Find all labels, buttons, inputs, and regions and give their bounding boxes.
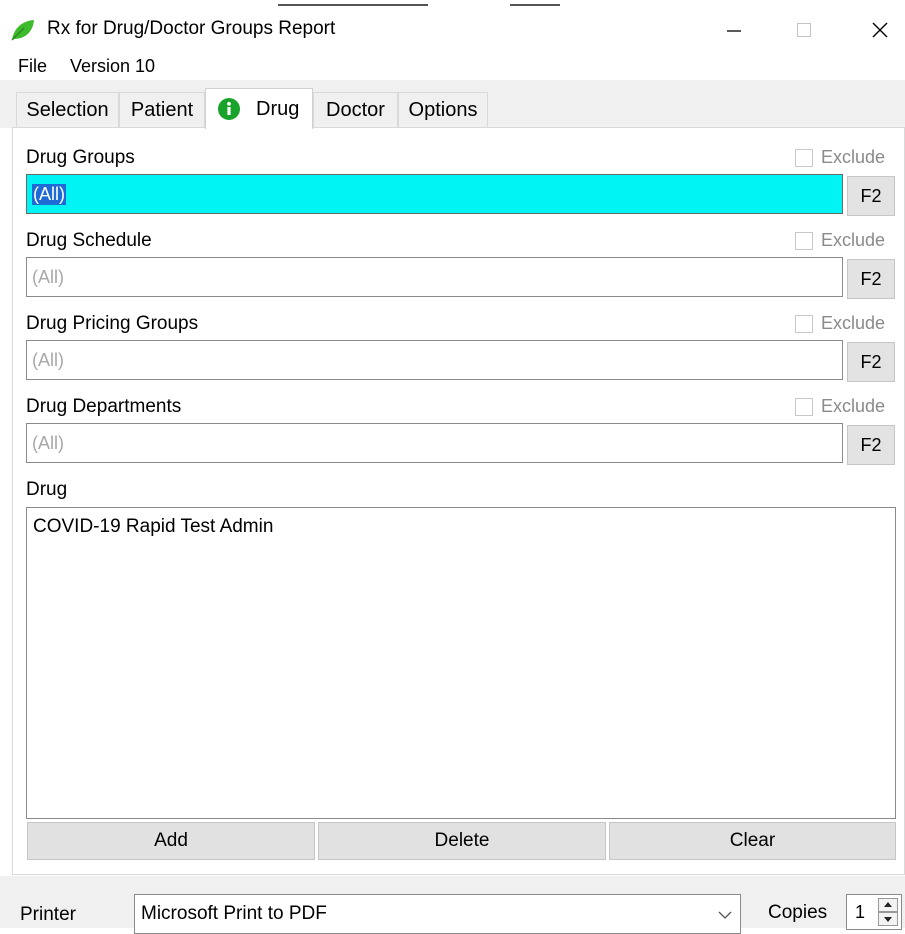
tab-selection[interactable]: Selection <box>16 92 119 128</box>
drug-pricing-groups-value: (All) <box>32 349 64 370</box>
drug-schedule-exclude[interactable]: Exclude <box>795 230 885 251</box>
list-item[interactable]: COVID-19 Rapid Test Admin <box>33 516 273 538</box>
drug-schedule-label: Drug Schedule <box>26 230 152 251</box>
info-icon <box>218 98 240 120</box>
drug-schedule-f2-button[interactable]: F2 <box>847 259 895 299</box>
tab-label: Doctor <box>326 99 385 121</box>
delete-button[interactable]: Delete <box>318 822 606 860</box>
drug-groups-field[interactable]: (All) <box>26 174 843 214</box>
exclude-checkbox[interactable] <box>795 148 813 167</box>
drug-departments-field[interactable]: (All) <box>26 423 843 463</box>
drug-departments-f2-button[interactable]: F2 <box>847 425 895 465</box>
maximize-button[interactable] <box>774 10 834 50</box>
tab-label: Options <box>408 99 478 121</box>
close-icon <box>872 22 888 38</box>
drug-departments-exclude[interactable]: Exclude <box>795 396 885 417</box>
drug-groups-label: Drug Groups <box>26 147 135 168</box>
exclude-checkbox[interactable] <box>795 397 813 416</box>
chevron-down-icon <box>718 911 732 919</box>
printer-select[interactable]: Microsoft Print to PDF <box>134 894 741 934</box>
tab-doctor[interactable]: Doctor <box>313 92 398 128</box>
drug-groups-f2-button[interactable]: F2 <box>847 176 895 216</box>
drug-departments-label: Drug Departments <box>26 396 182 417</box>
drug-schedule-value: (All) <box>32 266 64 287</box>
window-top-edge <box>0 0 905 6</box>
exclude-label: Exclude <box>821 313 886 333</box>
tab-options[interactable]: Options <box>398 92 488 128</box>
tab-patient[interactable]: Patient <box>119 92 205 128</box>
minimize-button[interactable] <box>704 10 764 50</box>
tab-drug[interactable]: Drug <box>205 88 313 129</box>
spin-buttons[interactable] <box>878 898 898 926</box>
close-button[interactable] <box>850 10 905 50</box>
drug-pricing-groups-exclude[interactable]: Exclude <box>795 313 885 334</box>
drug-departments-value: (All) <box>32 432 64 453</box>
tab-label: Drug <box>256 97 300 120</box>
exclude-label: Exclude <box>821 230 886 250</box>
drug-pricing-groups-field[interactable]: (All) <box>26 340 843 380</box>
drug-groups-value: (All) <box>32 183 66 205</box>
menu-file[interactable]: File <box>18 56 47 77</box>
drug-groups-exclude[interactable]: Exclude <box>795 147 885 168</box>
copies-value: 1 <box>855 901 866 922</box>
menu-version[interactable]: Version 10 <box>70 56 155 77</box>
copies-label: Copies <box>768 902 828 923</box>
drug-list[interactable]: COVID-19 Rapid Test Admin <box>26 507 896 819</box>
maximize-icon <box>797 23 811 37</box>
drug-schedule-field[interactable]: (All) <box>26 257 843 297</box>
window-title: Rx for Drug/Doctor Groups Report <box>47 18 336 39</box>
printer-value: Microsoft Print to PDF <box>141 903 327 924</box>
drug-label: Drug <box>26 479 68 500</box>
drug-pricing-groups-label: Drug Pricing Groups <box>26 313 199 334</box>
printer-label: Printer <box>20 904 76 925</box>
exclude-checkbox[interactable] <box>795 314 813 333</box>
minimize-icon <box>727 30 741 32</box>
leaf-icon <box>10 18 36 42</box>
exclude-checkbox[interactable] <box>795 231 813 250</box>
clear-button[interactable]: Clear <box>609 822 896 860</box>
tab-label: Patient <box>130 99 194 121</box>
exclude-label: Exclude <box>821 396 886 416</box>
add-button[interactable]: Add <box>27 822 315 860</box>
drug-pricing-groups-f2-button[interactable]: F2 <box>847 342 895 382</box>
copies-stepper[interactable]: 1 <box>846 894 902 930</box>
tab-label: Selection <box>26 99 109 121</box>
exclude-label: Exclude <box>821 147 886 167</box>
